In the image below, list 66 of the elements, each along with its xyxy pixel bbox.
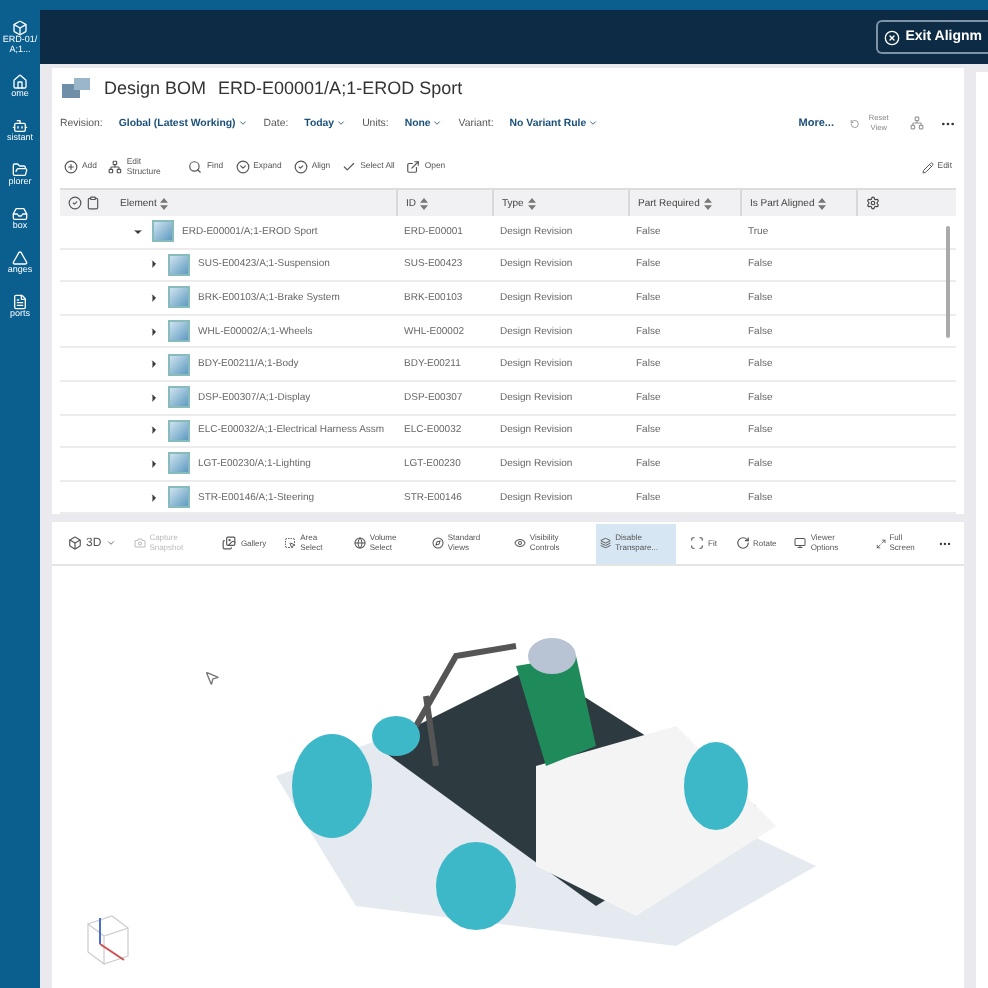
sort-icon[interactable] — [420, 197, 428, 209]
expand-caret-icon[interactable] — [148, 391, 160, 404]
caret-icon — [237, 118, 248, 128]
part-icon — [168, 419, 190, 442]
sort-icon[interactable] — [703, 197, 712, 209]
close-icon — [883, 29, 900, 45]
camera-icon — [133, 536, 146, 551]
eye-icon — [513, 536, 526, 551]
inbox-icon[interactable] — [12, 205, 28, 222]
rotate-icon — [735, 536, 749, 551]
expand-caret-icon[interactable] — [148, 491, 160, 504]
cube-icon[interactable] — [12, 20, 28, 36]
fit-icon — [690, 536, 705, 551]
robot-icon[interactable] — [12, 117, 28, 134]
sort-icon[interactable] — [818, 197, 827, 209]
structure-icon[interactable] — [910, 116, 924, 130]
expand-caret-icon[interactable] — [148, 358, 160, 371]
pencil-icon — [921, 161, 934, 173]
folder-icon[interactable] — [12, 161, 28, 178]
expand-caret-icon[interactable] — [148, 424, 160, 437]
caret-icon — [105, 538, 116, 549]
cube-icon — [68, 536, 82, 551]
document-icon[interactable] — [12, 293, 28, 310]
part-icon — [168, 386, 190, 409]
panel-title: Design BOM — [104, 78, 207, 98]
globe-icon — [353, 536, 366, 551]
part-icon — [152, 220, 174, 243]
reset-icon — [850, 117, 860, 129]
part-icon — [168, 353, 190, 376]
part-icon — [168, 452, 190, 475]
caret-icon — [588, 118, 599, 128]
structure-icon — [108, 160, 123, 174]
check-circle-icon — [293, 160, 308, 174]
scrollbar[interactable] — [946, 226, 950, 338]
expand-caret-icon[interactable] — [148, 258, 160, 271]
assembly-icon — [60, 76, 92, 100]
clipboard-icon[interactable] — [86, 196, 100, 210]
sort-icon[interactable] — [527, 197, 536, 209]
caret-icon — [336, 118, 347, 128]
area-select-icon — [284, 536, 297, 551]
home-icon[interactable] — [12, 73, 28, 90]
sort-icon[interactable] — [160, 197, 169, 209]
part-icon — [168, 486, 190, 509]
part-icon — [168, 320, 190, 343]
expand-icon — [235, 160, 250, 174]
monitor-icon — [794, 536, 807, 551]
collapse-caret-icon[interactable] — [132, 225, 144, 238]
checkmark-icon — [342, 160, 357, 174]
object-title: ERD-E00001/A;1-EROD Sport — [218, 78, 463, 98]
select-column-icon[interactable] — [68, 196, 82, 210]
part-icon — [168, 253, 190, 276]
compass-icon — [431, 536, 444, 551]
expand-caret-icon[interactable] — [148, 325, 160, 338]
gallery-icon — [222, 536, 237, 551]
expand-arrows-icon — [875, 537, 886, 550]
expand-caret-icon[interactable] — [148, 291, 160, 304]
triangle-icon[interactable] — [12, 249, 28, 266]
expand-caret-icon[interactable] — [148, 457, 160, 470]
add-icon — [64, 160, 78, 174]
caret-icon — [432, 118, 443, 128]
layers-icon — [600, 536, 612, 551]
cursor-icon — [204, 670, 220, 687]
part-icon — [168, 286, 190, 309]
settings-icon[interactable] — [866, 196, 880, 210]
open-icon — [406, 160, 421, 174]
search-icon — [188, 160, 203, 174]
